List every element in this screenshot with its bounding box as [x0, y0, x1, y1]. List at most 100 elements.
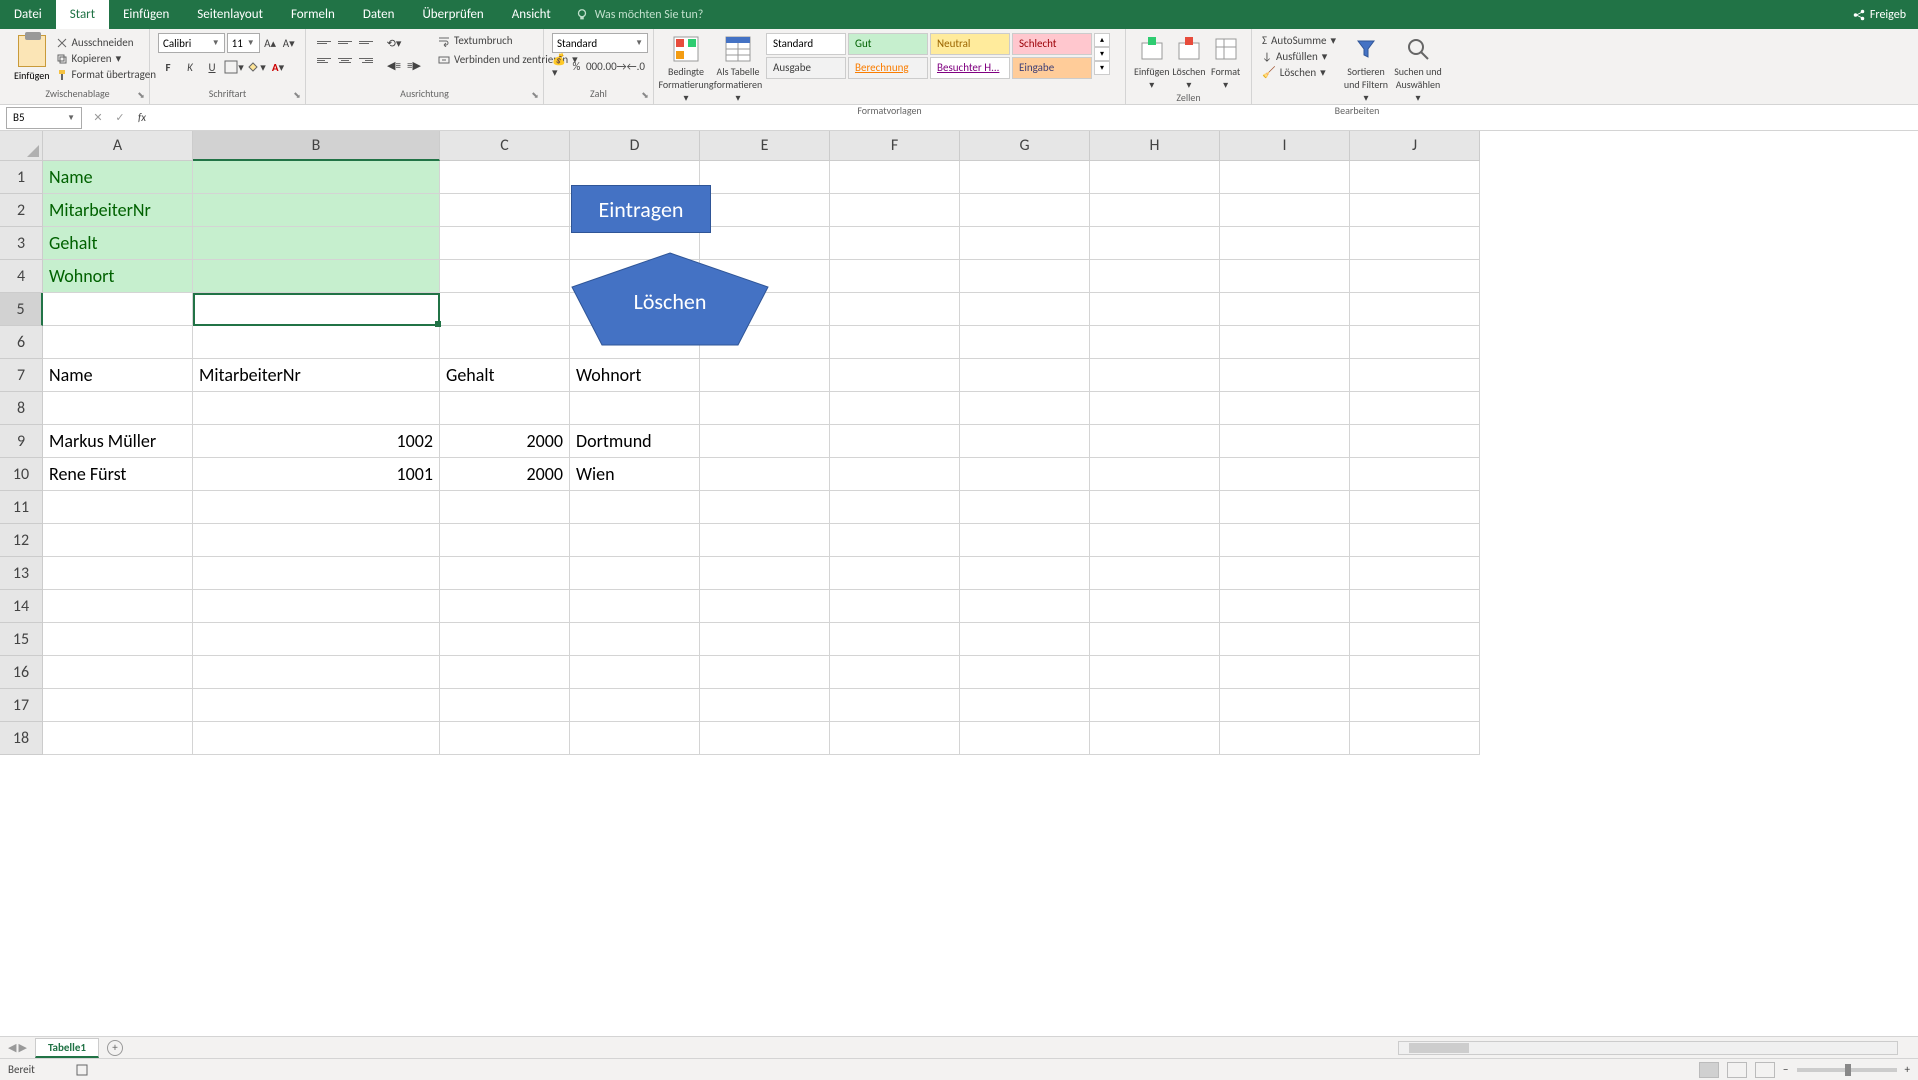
cell[interactable]: 1002 — [193, 425, 440, 458]
cell[interactable] — [570, 722, 700, 755]
font-name-combo[interactable]: Calibri▼ — [158, 33, 225, 53]
cell[interactable] — [43, 491, 193, 524]
cell[interactable] — [570, 557, 700, 590]
cell[interactable] — [1350, 458, 1480, 491]
cell[interactable] — [830, 458, 960, 491]
cell[interactable] — [570, 656, 700, 689]
enter-button[interactable]: ✓ — [110, 108, 130, 128]
cell[interactable] — [830, 425, 960, 458]
ribbon-tab-seitenlayout[interactable]: Seitenlayout — [183, 0, 277, 29]
cell[interactable] — [1090, 557, 1220, 590]
cell[interactable] — [193, 194, 440, 227]
format-painter-button[interactable]: Format übertragen — [54, 67, 158, 82]
cell[interactable] — [1350, 425, 1480, 458]
column-header[interactable]: C — [440, 131, 570, 161]
align-left-button[interactable] — [314, 51, 334, 69]
column-header[interactable]: F — [830, 131, 960, 161]
cell[interactable] — [700, 392, 830, 425]
cell[interactable] — [440, 392, 570, 425]
copy-button[interactable]: Kopieren ▾ — [54, 51, 158, 66]
cell[interactable] — [1090, 590, 1220, 623]
sort-filter-button[interactable]: Sortieren und Filtern▾ — [1342, 33, 1390, 104]
cell[interactable] — [830, 722, 960, 755]
cell[interactable] — [1220, 557, 1350, 590]
cell[interactable] — [960, 392, 1090, 425]
horizontal-scrollbar[interactable] — [1398, 1041, 1898, 1055]
align-right-button[interactable] — [356, 51, 376, 69]
clear-button[interactable]: 🧹 Löschen ▾ — [1260, 65, 1338, 80]
cell-style-option[interactable]: Standard — [766, 33, 846, 55]
cell[interactable] — [193, 491, 440, 524]
dialog-launcher-icon[interactable]: ⬊ — [135, 90, 147, 102]
cell[interactable] — [43, 623, 193, 656]
cell[interactable] — [1090, 161, 1220, 194]
shape-loeschen-button[interactable]: Löschen — [568, 251, 772, 349]
bold-button[interactable]: F — [158, 57, 178, 77]
cell[interactable] — [960, 524, 1090, 557]
conditional-formatting-button[interactable]: Bedingte Formatierung ▾ — [662, 33, 710, 104]
cell[interactable] — [1090, 458, 1220, 491]
cell[interactable] — [960, 194, 1090, 227]
cell[interactable] — [960, 425, 1090, 458]
row-header[interactable]: 14 — [0, 590, 43, 623]
cell[interactable] — [700, 656, 830, 689]
cell[interactable] — [193, 227, 440, 260]
cell[interactable] — [1350, 326, 1480, 359]
cell[interactable] — [700, 458, 830, 491]
zoom-thumb[interactable] — [1845, 1064, 1851, 1076]
row-header[interactable]: 18 — [0, 722, 43, 755]
shape-eintragen-button[interactable]: Eintragen — [571, 185, 711, 233]
row-header[interactable]: 4 — [0, 260, 43, 293]
cell[interactable] — [1220, 590, 1350, 623]
cell[interactable] — [1350, 722, 1480, 755]
cell[interactable] — [440, 293, 570, 326]
scrollbar-thumb[interactable] — [1409, 1043, 1469, 1053]
cell[interactable] — [43, 590, 193, 623]
cell-style-option[interactable]: Ausgabe — [766, 57, 846, 79]
cell[interactable] — [1220, 194, 1350, 227]
cell[interactable] — [1220, 623, 1350, 656]
row-header[interactable]: 1 — [0, 161, 43, 194]
cell[interactable] — [1090, 260, 1220, 293]
cell[interactable] — [43, 392, 193, 425]
column-header[interactable]: B — [193, 131, 440, 161]
cell[interactable] — [1220, 524, 1350, 557]
column-header[interactable]: I — [1220, 131, 1350, 161]
cell[interactable] — [960, 293, 1090, 326]
cell-style-option[interactable]: Eingabe — [1012, 57, 1092, 79]
cell[interactable] — [193, 326, 440, 359]
cell[interactable] — [43, 689, 193, 722]
cell[interactable] — [960, 722, 1090, 755]
font-size-combo[interactable]: 11▼ — [227, 33, 260, 53]
cell[interactable]: Wohnort — [43, 260, 193, 293]
cell[interactable] — [960, 458, 1090, 491]
scroll-up-button[interactable]: ▴ — [1094, 33, 1110, 47]
cell[interactable] — [830, 491, 960, 524]
cell[interactable] — [440, 623, 570, 656]
cell[interactable] — [193, 293, 440, 326]
row-header[interactable]: 8 — [0, 392, 43, 425]
cell[interactable] — [960, 161, 1090, 194]
autosum-button[interactable]: Σ AutoSumme ▾ — [1260, 33, 1338, 48]
cell[interactable] — [440, 260, 570, 293]
decrease-decimal-button[interactable]: ←.0 — [627, 56, 645, 76]
cell[interactable] — [700, 359, 830, 392]
cell[interactable] — [700, 524, 830, 557]
cell[interactable] — [43, 722, 193, 755]
cell[interactable] — [1220, 161, 1350, 194]
cell[interactable] — [960, 491, 1090, 524]
cell[interactable] — [1090, 392, 1220, 425]
cell[interactable] — [960, 689, 1090, 722]
cell[interactable] — [830, 260, 960, 293]
cell[interactable] — [1350, 227, 1480, 260]
cell[interactable]: MitarbeiterNr — [43, 194, 193, 227]
increase-decimal-button[interactable]: .00→ — [605, 56, 625, 76]
column-header[interactable]: J — [1350, 131, 1480, 161]
cell[interactable] — [700, 557, 830, 590]
cell[interactable] — [570, 689, 700, 722]
cell[interactable] — [1350, 359, 1480, 392]
column-header[interactable]: H — [1090, 131, 1220, 161]
share-button[interactable]: Freigeb — [1852, 8, 1906, 22]
select-all-corner[interactable] — [0, 131, 43, 161]
cell[interactable] — [1090, 359, 1220, 392]
